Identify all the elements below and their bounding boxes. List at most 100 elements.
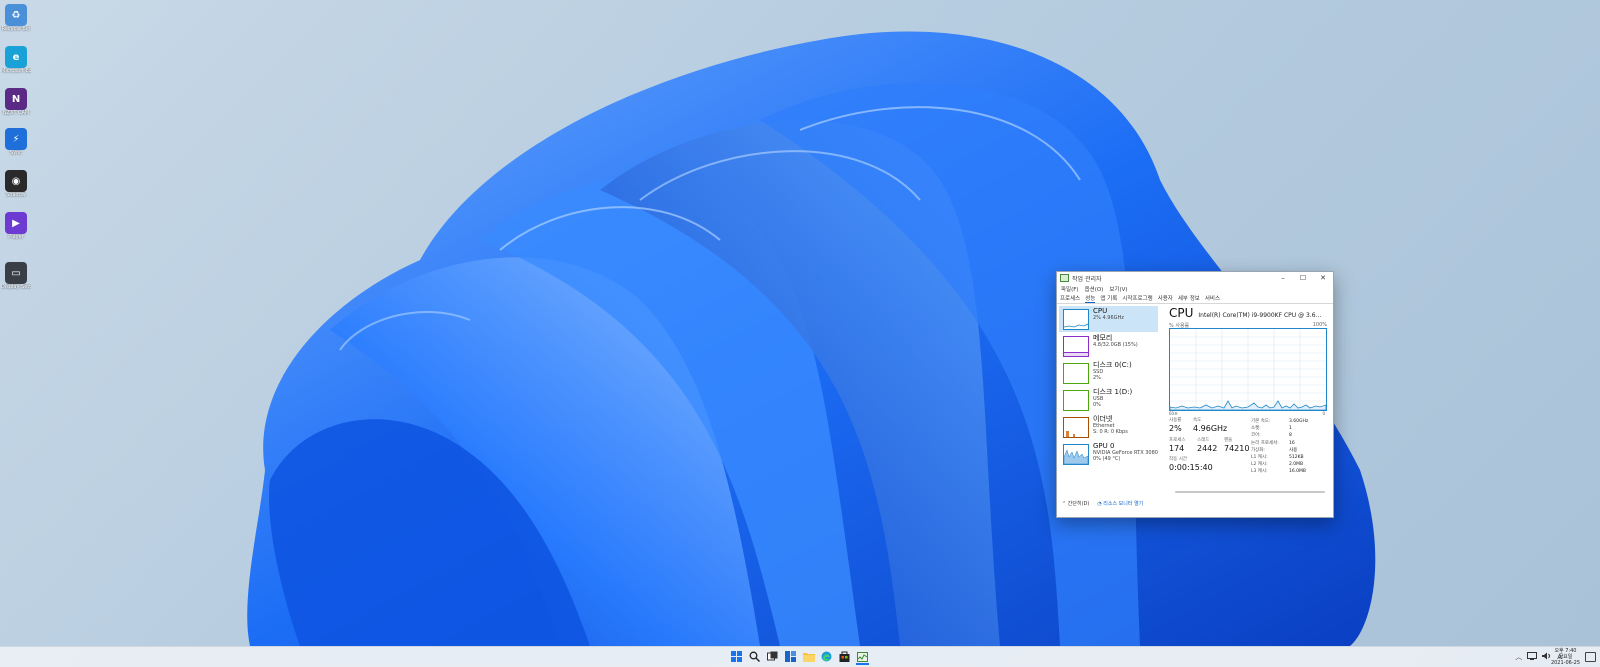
fewer-details-label: 간단히(D) <box>1067 500 1090 507</box>
spec-key: 가상화: <box>1251 447 1265 453</box>
menu-file[interactable]: 파일(F) <box>1061 285 1079 293</box>
tab-details[interactable]: 세부 정보 <box>1178 294 1200 302</box>
window-footer: ⌃ 간단히(D) ◔ 리소스 모니터 열기 <box>1057 496 1338 510</box>
desktop-icon-app-monitor[interactable]: ▭Display Settings <box>1 262 31 290</box>
spec-key: L1 캐시: <box>1251 455 1268 461</box>
sidebar-item-memory[interactable]: 메모리 4.8/32.0GB (15%) <box>1059 333 1158 359</box>
network-icon[interactable] <box>1527 651 1538 662</box>
sidebar-item-sub: 2% 4.96GHz <box>1093 315 1124 321</box>
menu-view[interactable]: 보기(V) <box>1109 285 1127 293</box>
sidebar-item-sub2: 0% <box>1093 402 1101 408</box>
menu-options[interactable]: 옵션(O) <box>1085 285 1104 293</box>
desktop-icon-edge[interactable]: eMicrosoft Edge <box>1 46 31 74</box>
desktop-icon-label: Display Settings <box>1 284 31 290</box>
search-icon[interactable] <box>748 650 761 663</box>
fewer-details-button[interactable]: ⌃ 간단히(D) <box>1062 500 1089 507</box>
sidebar-item-gpu[interactable]: GPU 0 NVIDIA GeForce RTX 3080 0% (49 °C) <box>1059 441 1158 467</box>
nzxt-cam-icon: N <box>5 88 27 110</box>
tab-bar: 프로세스 성능 앱 기록 시작프로그램 사용자 세부 정보 서비스 <box>1057 293 1333 304</box>
spec-row: L1 캐시: 512KB <box>1251 454 1329 461</box>
spec-key: 기본 속도: <box>1251 419 1271 424</box>
spec-row: 코어: 8 <box>1251 432 1329 439</box>
gpu-thumbnail <box>1063 444 1089 465</box>
desktop-icon-label: Shadow <box>6 192 26 198</box>
app-monitor-icon: ▭ <box>5 262 27 284</box>
spec-row: 가상화: 사용 <box>1251 447 1329 454</box>
stat-value: 174 <box>1169 444 1185 453</box>
cpu-heading: CPU <box>1169 306 1194 320</box>
desktop-icon-label: Sync <box>9 150 23 156</box>
cpu-model: Intel(R) Core(TM) i9-9900KF CPU @ 3.6... <box>1198 312 1322 319</box>
resource-sidebar: CPU 2% 4.96GHz 메모리 4.8/32.0GB (15%) 디스크 … <box>1057 304 1159 485</box>
disk0-thumbnail <box>1063 363 1089 384</box>
resource-monitor-label: 리소스 모니터 열기 <box>1103 500 1144 507</box>
spec-key: 코어: <box>1251 433 1261 439</box>
task-view-icon[interactable] <box>766 650 779 663</box>
store-icon[interactable] <box>838 650 851 663</box>
spec-value: 16.0MB <box>1289 469 1306 475</box>
tab-services[interactable]: 서비스 <box>1205 294 1220 302</box>
sidebar-item-cpu[interactable]: CPU 2% 4.96GHz <box>1059 306 1158 332</box>
close-button[interactable]: ✕ <box>1313 274 1333 282</box>
sidebar-item-sub2: S: 0 R: 0 Kbps <box>1093 429 1128 435</box>
start-icon[interactable] <box>730 650 743 663</box>
desktop-icon-recycle-bin[interactable]: ♻ Recycle Bin <box>1 4 31 32</box>
desktop-icon-app-game[interactable]: ◉ Shadow <box>1 170 31 198</box>
cpu-spec-list: 기본 속도: 3.60GHz 소켓: 1 코어: 8 논리 프로세서: 16 가상화: 사… <box>1251 418 1329 476</box>
desktop-icon-app-purple[interactable]: ▶ Player <box>1 212 31 240</box>
ethernet-thumbnail <box>1063 417 1089 438</box>
app-purple-icon: ▶ <box>5 212 27 234</box>
tab-app-history[interactable]: 앱 기록 <box>1100 294 1117 302</box>
window-title: 작업 관리자 <box>1072 275 1102 283</box>
resource-monitor-link[interactable]: ◔ 리소스 모니터 열기 <box>1097 500 1143 507</box>
stat-value: 74210 <box>1224 444 1250 453</box>
stat-speed: 속도 4.96GHz <box>1193 418 1227 433</box>
spec-value: 512KB <box>1289 455 1304 461</box>
stat-value: 2% <box>1169 424 1182 433</box>
spec-row: L3 캐시: 16.0MB <box>1251 468 1329 475</box>
sidebar-item-name: CPU <box>1093 307 1108 315</box>
chevron-up-icon[interactable]: ︿ <box>1515 652 1522 662</box>
sidebar-item-name: 메모리 <box>1093 334 1113 342</box>
file-explorer-icon[interactable] <box>802 650 815 663</box>
task-manager-icon <box>1060 274 1069 282</box>
minimize-button[interactable]: – <box>1273 274 1293 282</box>
title-bar[interactable]: 작업 관리자 – ☐ ✕ <box>1057 272 1333 284</box>
task-manager-window[interactable]: 작업 관리자 – ☐ ✕ 파일(F) 옵션(O) 보기(V) 프로세스 성능 앱… <box>1056 271 1334 518</box>
spec-key: L3 캐시: <box>1251 469 1268 475</box>
cpu-usage-graph <box>1169 328 1327 411</box>
horizontal-scrollbar[interactable] <box>1175 491 1325 493</box>
desktop-icon-label: Player <box>8 234 24 240</box>
spec-row: L2 캐시: 2.0MB <box>1251 461 1329 468</box>
tab-startup[interactable]: 시작프로그램 <box>1122 294 1152 302</box>
spec-row: 기본 속도: 3.60GHz <box>1251 418 1329 425</box>
taskbar-apps <box>730 650 869 665</box>
app-game-icon: ◉ <box>5 170 27 192</box>
edge-icon[interactable] <box>820 650 833 663</box>
sidebar-item-disk0[interactable]: 디스크 0(C:) SSD 2% <box>1059 360 1158 386</box>
tab-users[interactable]: 사용자 <box>1158 294 1173 302</box>
stat-processes: 프로세스 174 <box>1169 438 1186 453</box>
graph-time-span: 60초 <box>1169 411 1178 416</box>
clock[interactable]: 오후 7:40 금요일 2021-06-25 <box>1551 648 1580 666</box>
stat-value: 2442 <box>1197 444 1218 453</box>
tab-performance[interactable]: 성능 <box>1085 294 1096 303</box>
desktop-wallpaper <box>247 31 1376 646</box>
desktop-icon-app-blue[interactable]: ⚡ Sync <box>1 128 31 156</box>
graph-min: 0 <box>1322 411 1325 416</box>
sidebar-item-disk1[interactable]: 디스크 1(D:) USB 0% <box>1059 387 1158 413</box>
sidebar-item-name: 디스크 1(D:) <box>1093 388 1133 396</box>
sidebar-item-ethernet[interactable]: 이더넷 Ethernet S: 0 R: 0 Kbps <box>1059 414 1158 440</box>
spec-key: 소켓: <box>1251 426 1261 432</box>
spec-value: 사용 <box>1289 447 1298 453</box>
spec-value: 16 <box>1289 440 1295 446</box>
performance-pane: CPU 2% 4.96GHz 메모리 4.8/32.0GB (15%) 디스크 … <box>1057 304 1333 485</box>
desktop-icon-nzxt-cam[interactable]: N NZXT CAM <box>1 88 31 116</box>
menu-bar: 파일(F) 옵션(O) 보기(V) <box>1057 284 1333 293</box>
maximize-button[interactable]: ☐ <box>1293 274 1313 282</box>
stat-handles: 핸들 74210 <box>1224 438 1249 453</box>
widgets-icon[interactable] <box>784 650 797 663</box>
taskmgr-icon[interactable] <box>856 650 869 665</box>
notification-icon[interactable] <box>1585 652 1596 662</box>
tab-processes[interactable]: 프로세스 <box>1060 294 1080 302</box>
